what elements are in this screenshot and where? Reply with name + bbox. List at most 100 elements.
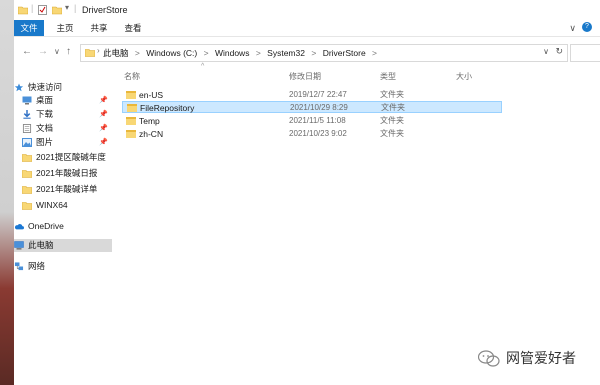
help-icon[interactable]: ? [582, 22, 592, 32]
sidebar-item-label: 文档 [36, 123, 54, 133]
address-bar[interactable]: › 此电脑 > Windows (C:) > Windows > System3… [80, 44, 568, 62]
breadcrumb-separator[interactable]: > [311, 48, 316, 58]
expand-ribbon-icon[interactable]: ∨ [569, 23, 576, 34]
tab-share[interactable]: 共享 [86, 20, 112, 36]
forward-arrow-icon[interactable]: → [38, 46, 48, 57]
folder-icon [126, 130, 136, 138]
breadcrumb-item[interactable]: 此电脑 [103, 48, 129, 58]
sidebar-item-label: 2021提区酸碱年度 [36, 152, 106, 162]
breadcrumb-separator[interactable]: > [256, 48, 261, 58]
sidebar-item-label: OneDrive [28, 221, 64, 231]
recent-locations-chevron-icon[interactable]: ∨ [54, 47, 60, 56]
file-row[interactable]: zh-CN 2021/10/23 9:02 文件夹 [122, 128, 502, 140]
folder-icon [22, 154, 32, 163]
file-name: zh-CN [139, 129, 164, 139]
sidebar-item-label: 桌面 [36, 95, 54, 105]
sidebar-item-onedrive[interactable]: OneDrive [14, 220, 112, 233]
breadcrumb-separator[interactable]: > [372, 48, 377, 58]
watermark: 网管爱好者 [478, 347, 576, 369]
column-header-type[interactable]: 类型 [380, 71, 396, 83]
breadcrumb-separator[interactable]: > [204, 48, 209, 58]
network-icon [14, 262, 24, 271]
download-icon [23, 110, 31, 119]
folder-icon [18, 6, 28, 15]
sidebar-item-label: WINX64 [36, 200, 68, 210]
sidebar-item-label: 快速访问 [28, 82, 63, 92]
sidebar-item-label: 图片 [36, 137, 54, 147]
sidebar-item-network[interactable]: 网络 [14, 260, 112, 273]
file-row[interactable]: Temp 2021/11/5 11:08 文件夹 [122, 115, 502, 127]
sidebar-item-label: 下载 [36, 109, 54, 119]
column-header-date[interactable]: 修改日期 [289, 71, 321, 83]
folder-icon [22, 170, 32, 179]
sidebar-item-folder[interactable]: 2021年酸碱日报 [22, 167, 112, 180]
sidebar-item-downloads[interactable]: 下载 📌 [22, 108, 112, 121]
pin-icon[interactable]: 📌 [99, 122, 108, 135]
breadcrumb-separator[interactable]: > [135, 48, 140, 58]
sidebar-item-this-pc[interactable]: 此电脑 [14, 239, 112, 252]
file-date: 2021/10/23 9:02 [289, 129, 347, 138]
file-explorer-window: | ▾ | DriverStore 文件 主页 共享 查看 ∨ ? ← → ∨ … [14, 0, 600, 385]
star-icon [14, 83, 24, 92]
new-folder-icon[interactable] [52, 5, 62, 15]
document-icon [22, 124, 32, 134]
sidebar-item-folder[interactable]: 2021提区酸碱年度 [22, 151, 112, 164]
search-input[interactable] [570, 44, 600, 62]
column-header-name[interactable]: 名称 [124, 71, 140, 83]
chat-bubble-icon [478, 350, 500, 367]
sidebar-item-pictures[interactable]: 图片 📌 [22, 136, 112, 149]
sidebar-item-label: 网络 [28, 261, 46, 271]
pin-icon[interactable]: 📌 [99, 108, 108, 121]
tab-view[interactable]: 查看 [120, 20, 146, 36]
navigation-pane: 快速访问 桌面 📌 下载 📌 文档 📌 图片 📌 2021提区酸碱年度 2021… [14, 74, 114, 374]
file-name: Temp [139, 116, 160, 126]
file-row[interactable]: FileRepository 2021/10/29 8:29 文件夹 [122, 101, 502, 113]
folder-icon [85, 49, 95, 57]
file-date: 2021/11/5 11:08 [289, 116, 346, 125]
file-name: en-US [139, 90, 164, 100]
folder-icon [126, 117, 136, 125]
file-row[interactable]: en-US 2019/12/7 22:47 文件夹 [122, 89, 502, 101]
sidebar-item-label: 2021年酸碱日报 [36, 168, 98, 178]
folder-icon [22, 186, 32, 195]
file-type: 文件夹 [380, 90, 404, 99]
column-header-size[interactable]: 大小 [456, 71, 472, 83]
file-date: 2021/10/29 8:29 [290, 103, 348, 112]
separator-icon: | [31, 3, 34, 13]
desktop-icon [22, 96, 32, 105]
up-arrow-icon[interactable]: ↑ [66, 46, 71, 57]
sidebar-item-label: 2021年酸碱详单 [36, 184, 98, 194]
chevron-down-icon[interactable]: ▾ [65, 3, 69, 13]
sidebar-item-desktop[interactable]: 桌面 📌 [22, 94, 112, 107]
computer-icon [14, 241, 24, 250]
back-arrow-icon[interactable]: ← [22, 46, 32, 57]
breadcrumb-item[interactable]: DriverStore [323, 48, 366, 58]
address-dropdown-icon[interactable]: ∨ [543, 47, 549, 56]
breadcrumb: 此电脑 > Windows (C:) > Windows > System32 … [103, 47, 381, 59]
folder-icon [127, 104, 137, 112]
refresh-icon[interactable]: ↻ [555, 46, 563, 57]
properties-icon[interactable] [38, 5, 47, 15]
picture-icon [22, 138, 32, 148]
cloud-icon [14, 224, 24, 230]
file-date: 2019/12/7 22:47 [289, 90, 347, 99]
file-type: 文件夹 [381, 103, 405, 112]
file-type: 文件夹 [380, 116, 404, 125]
tab-file[interactable]: 文件 [14, 20, 44, 36]
sidebar-item-folder[interactable]: WINX64 [22, 199, 112, 212]
breadcrumb-item[interactable]: System32 [267, 48, 305, 58]
file-name: FileRepository [140, 103, 195, 113]
breadcrumb-item[interactable]: Windows [215, 48, 249, 58]
window-title: DriverStore [82, 5, 128, 15]
separator-icon: | [74, 3, 77, 13]
pin-icon[interactable]: 📌 [99, 94, 108, 107]
sidebar-item-quick-access[interactable]: 快速访问 [14, 81, 112, 94]
sidebar-item-folder[interactable]: 2021年酸碱详单 [22, 183, 112, 196]
desktop-background-strip [0, 0, 14, 385]
sidebar-item-label: 此电脑 [28, 240, 54, 250]
folder-icon [126, 91, 136, 99]
breadcrumb-item[interactable]: Windows (C:) [146, 48, 197, 58]
pin-icon[interactable]: 📌 [99, 136, 108, 149]
sidebar-item-documents[interactable]: 文档 📌 [22, 122, 112, 135]
tab-home[interactable]: 主页 [52, 20, 78, 36]
